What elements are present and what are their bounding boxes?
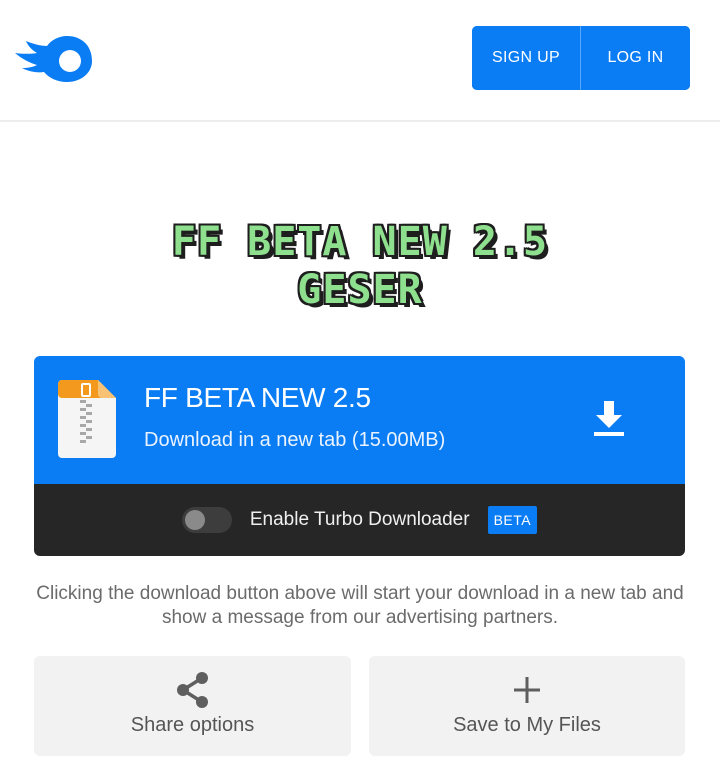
save-to-my-files-label: Save to My Files: [453, 714, 601, 736]
overlay-title-line-1: FF BETA NEW 2.5: [171, 219, 549, 265]
page: SIGN UP LOG IN FF BETA NEW 2.5 GESER FF …: [0, 0, 720, 780]
download-notice: Clicking the download button above will …: [36, 583, 684, 628]
turbo-downloader-bar: Enable Turbo Downloader BETA: [34, 484, 685, 556]
zip-file-icon: [58, 380, 116, 458]
share-options-button[interactable]: Share options: [34, 656, 351, 756]
download-subtitle: Download in a new tab (15.00MB): [144, 429, 446, 451]
share-options-label: Share options: [130, 714, 255, 736]
auth-button-group: SIGN UP LOG IN: [472, 26, 690, 90]
download-card: FF BETA NEW 2.5 Download in a new tab (1…: [34, 356, 685, 556]
file-name: FF BETA NEW 2.5: [144, 382, 371, 413]
overlay-title-line-2: GESER: [297, 267, 423, 313]
download-icon[interactable]: [592, 401, 626, 437]
plus-icon: [514, 677, 540, 703]
header: SIGN UP LOG IN: [0, 0, 720, 122]
download-button[interactable]: FF BETA NEW 2.5 Download in a new tab (1…: [34, 356, 685, 484]
flame-logo-icon[interactable]: [8, 34, 94, 84]
log-in-button[interactable]: LOG IN: [581, 26, 690, 90]
overlay-title: FF BETA NEW 2.5 GESER: [0, 218, 720, 314]
turbo-label: Enable Turbo Downloader: [249, 509, 470, 530]
sign-up-button[interactable]: SIGN UP: [472, 26, 580, 90]
beta-badge: BETA: [487, 506, 538, 534]
toggle-knob: [184, 510, 205, 530]
turbo-toggle[interactable]: [181, 507, 232, 533]
share-icon: [176, 672, 208, 708]
save-to-my-files-button[interactable]: Save to My Files: [369, 656, 685, 756]
